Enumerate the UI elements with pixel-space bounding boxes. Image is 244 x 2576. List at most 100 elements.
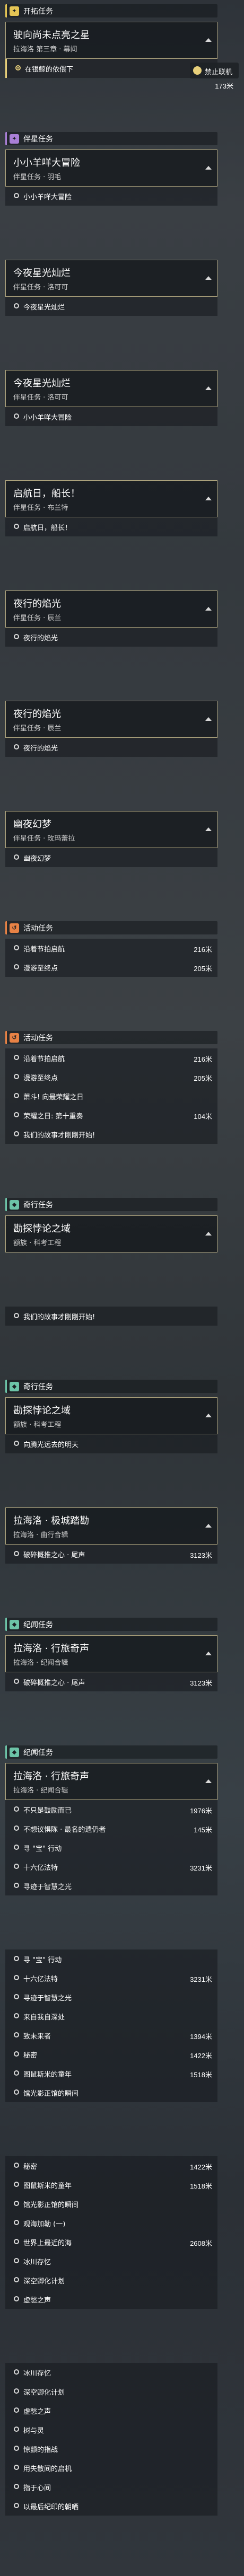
collapse-arrow-icon[interactable]: [205, 1414, 212, 1417]
quest-step[interactable]: 用失散间的启机: [5, 2458, 217, 2477]
collapse-arrow-icon[interactable]: [205, 717, 212, 721]
quest-title-card[interactable]: 幽夜幻梦 伴星任务 · 玫玛蕾拉: [5, 811, 217, 848]
quest-step[interactable]: 我们的故事才刚刚开始!: [5, 1307, 217, 1326]
quest-step-label: 漫游至终点: [23, 1074, 58, 1082]
quest-step[interactable]: 十六亿法特 3231米: [5, 1857, 217, 1876]
quest-step[interactable]: 秘密 1422米: [5, 2045, 217, 2064]
quest-title-card[interactable]: 拉海洛 · 极城踏勘 拉海洛 · 曲行合辑: [5, 1507, 217, 1545]
step-marker-icon: [14, 2484, 19, 2489]
quest-step[interactable]: 树与灵: [5, 2420, 217, 2439]
quest-step[interactable]: 在银鲸的依偎下: [5, 59, 217, 78]
quest-step-label: 深空卿化计划: [23, 2278, 65, 2286]
quest-step[interactable]: 寻迹于智慧之光: [5, 1988, 217, 2007]
quest-step-label: 向腾光远去的明天: [23, 1441, 79, 1449]
quest-title-card[interactable]: 勘探悖论之域 额族 · 科考工程: [5, 1397, 217, 1434]
quest-step[interactable]: 致未来者 1394米: [5, 2026, 217, 2045]
step-marker-icon: [14, 1864, 19, 1869]
quest-step[interactable]: 幽夜幻梦: [5, 848, 217, 867]
quest-step[interactable]: 深空卿化计划: [5, 2382, 217, 2401]
quest-title-card[interactable]: 今夜星光灿烂 伴星任务 · 洛可可: [5, 370, 217, 407]
quest-step-label: 虚愁之声: [23, 2408, 51, 2416]
quest-step-label: 指于心间: [23, 2484, 51, 2492]
step-marker-icon: [14, 2503, 19, 2508]
quest-step[interactable]: 冰川存忆: [5, 2363, 217, 2382]
quest-step[interactable]: 寻迹于智慧之光: [5, 1876, 217, 1895]
quest-step-label: 以最后纪印的朝晒: [23, 2503, 79, 2511]
collapse-arrow-icon[interactable]: [205, 1232, 212, 1236]
quest-step[interactable]: 夜行的焰光: [5, 738, 217, 757]
quest-title-card[interactable]: 拉海洛 · 行旅奇声 拉海洛 · 纪闻合辑: [5, 1635, 217, 1672]
quest-title-card[interactable]: 小小羊咩大冒险 伴星任务 · 羽毛: [5, 149, 217, 187]
quest-step[interactable]: 图鼠斯米的童年 1518米: [5, 2064, 217, 2083]
quest-step[interactable]: 破碎概推之心 · 尾声 3123米: [5, 1545, 217, 1564]
quest-title-card[interactable]: 勘探悖论之域 额族 · 科考工程: [5, 1215, 217, 1252]
collapse-arrow-icon[interactable]: [205, 1524, 212, 1528]
step-marker-icon: [14, 1441, 19, 1446]
quest-title-card[interactable]: 夜行的焰光 伴星任务 · 辰兰: [5, 701, 217, 738]
collapse-arrow-icon[interactable]: [205, 1779, 212, 1783]
quest-step[interactable]: 冰川存忆: [5, 2252, 217, 2271]
step-marker-icon: [14, 1975, 19, 1980]
collapse-arrow-icon[interactable]: [205, 607, 212, 611]
quest-title-card[interactable]: 拉海洛 · 行旅奇声 拉海洛 · 纪闻合辑: [5, 1763, 217, 1800]
collapse-arrow-icon[interactable]: [205, 166, 212, 170]
quest-step[interactable]: 虚愁之声: [5, 2401, 217, 2420]
step-marker-icon: [14, 2089, 19, 2095]
quest-step-label: 荣耀之日: 第十重奏: [23, 1113, 83, 1121]
quest-category-label: 奇行任务: [23, 1382, 53, 1391]
quest-title: 今夜星光灿烂: [13, 378, 71, 389]
quest-step[interactable]: 漫游至终点 205米: [5, 958, 217, 977]
step-marker-icon: [14, 1883, 19, 1888]
quest-title: 夜行的焰光: [13, 709, 61, 720]
quest-step[interactable]: 不只是鼓励而已 1976米: [5, 1800, 217, 1819]
quest-step[interactable]: 今夜星光灿烂: [5, 297, 217, 316]
quest-step[interactable]: 我们的故事才刚刚开始!: [5, 1125, 217, 1144]
quest-title-card[interactable]: 启航日，船长！ 伴星任务 · 布兰特: [5, 480, 217, 517]
quest-step[interactable]: 漫游至终点 205米: [5, 1068, 217, 1087]
quest-step[interactable]: 寻 "宝" 行动: [5, 1949, 217, 1969]
quest-step[interactable]: 启航日，船长！: [5, 517, 217, 536]
quest-step[interactable]: 向腾光远去的明天: [5, 1434, 217, 1453]
quest-step[interactable]: 沿着节拍启航 216米: [5, 1048, 217, 1068]
quest-step[interactable]: 图鼠斯米的童年 1518米: [5, 2175, 217, 2194]
quest-step[interactable]: 世界上最近的海 2608米: [5, 2233, 217, 2252]
co-op-disabled-badge: 禁止联机: [190, 63, 239, 78]
quest-step[interactable]: 惊颤的指战: [5, 2439, 217, 2458]
quest-step[interactable]: 沿着节拍启航 216米: [5, 939, 217, 958]
quest-step[interactable]: 夜行的焰光: [5, 628, 217, 647]
quest-title-card[interactable]: 今夜星光灿烂 伴星任务 · 洛可可: [5, 260, 217, 297]
quest-step[interactable]: 以最后纪印的朝晒: [5, 2496, 217, 2516]
quest-step[interactable]: 不想议惧陈 · 最名的遗仍者 145米: [5, 1819, 217, 1838]
quest-step-label: 寻 "宝" 行动: [23, 1845, 62, 1853]
quest-subtitle: 伴星任务 · 洛可可: [13, 394, 68, 402]
quest-step-label: 图鼠斯米的童年: [23, 2182, 72, 2190]
quest-step-label: 在银鲸的依偎下: [25, 66, 74, 74]
quest-step[interactable]: 十六亿法特 3231米: [5, 1969, 217, 1988]
quest-title-card[interactable]: 驶向尚未点亮之星 拉海洛 第三章 · 幕间: [5, 22, 217, 59]
quest-step-label: 馆光影正馆的瞬间: [23, 2201, 79, 2209]
quest-step[interactable]: 深空卿化计划: [5, 2271, 217, 2290]
quest-step[interactable]: 小小羊咩大冒险: [5, 407, 217, 426]
quest-step[interactable]: 破碎概推之心 · 尾声 3123米: [5, 1672, 217, 1691]
quest-step[interactable]: 寻 "宝" 行动: [5, 1838, 217, 1857]
quest-step[interactable]: 小小羊咩大冒险: [5, 187, 217, 206]
quest-step-distance: 205米: [194, 1074, 212, 1082]
quest-title-card[interactable]: 夜行的焰光 伴星任务 · 辰兰: [5, 590, 217, 628]
quest-step[interactable]: 虚愁之声: [5, 2290, 217, 2309]
quest-step[interactable]: 馆光影正馆的瞬间: [5, 2083, 217, 2102]
quest-step[interactable]: 萧斗! 向最荣耀之日: [5, 1087, 217, 1106]
collapse-arrow-icon[interactable]: [205, 1652, 212, 1655]
quest-step[interactable]: 观海加勒 (一): [5, 2213, 217, 2233]
collapse-arrow-icon[interactable]: [205, 827, 212, 831]
quest-step[interactable]: 指于心间: [5, 2477, 217, 2496]
adventure-icon: ◆: [10, 1199, 19, 1210]
collapse-arrow-icon[interactable]: [205, 497, 212, 500]
collapse-arrow-icon[interactable]: [205, 38, 212, 42]
collapse-arrow-icon[interactable]: [205, 276, 212, 280]
quest-step[interactable]: 荣耀之日: 第十重奏 104米: [5, 1106, 217, 1125]
step-marker-icon: [14, 1131, 19, 1136]
collapse-arrow-icon[interactable]: [205, 386, 212, 390]
quest-step[interactable]: 来自我自深处: [5, 2007, 217, 2026]
quest-step[interactable]: 馆光影正馆的瞬间: [5, 2194, 217, 2213]
quest-step[interactable]: 秘密 1422米: [5, 2156, 217, 2175]
